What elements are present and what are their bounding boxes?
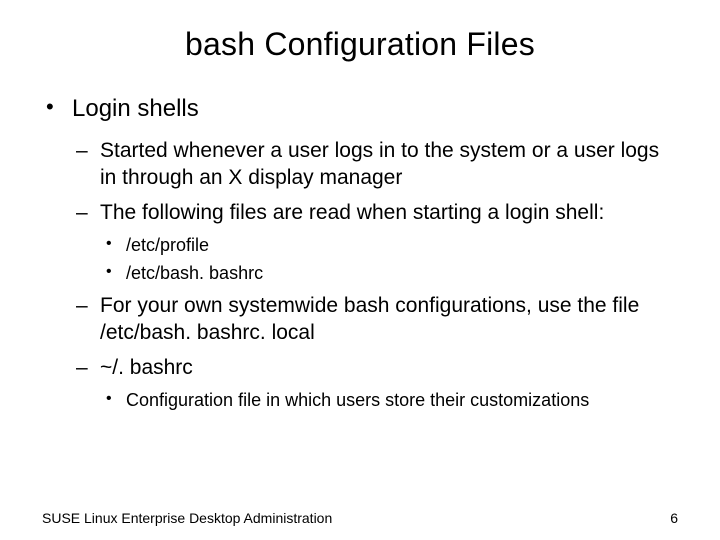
- bullet-text: /etc/bash. bashrc: [126, 263, 263, 283]
- bullet-text: /etc/profile: [126, 235, 209, 255]
- bullet-list-level-1: Login shells Started whenever a user log…: [42, 93, 678, 412]
- bullet-started-whenever: Started whenever a user logs in to the s…: [72, 138, 678, 192]
- bullet-list-level-3: /etc/profile /etc/bash. bashrc: [100, 233, 678, 286]
- bullet-etc-bash-bashrc: /etc/bash. bashrc: [100, 261, 678, 285]
- slide-title: bash Configuration Files: [0, 0, 720, 93]
- bullet-text: The following files are read when starti…: [100, 201, 604, 224]
- bullet-text: For your own systemwide bash configurati…: [100, 294, 639, 344]
- slide: bash Configuration Files Login shells St…: [0, 0, 720, 540]
- bullet-text: Started whenever a user logs in to the s…: [100, 139, 659, 189]
- bullet-text: ~/. bashrc: [100, 356, 193, 379]
- bullet-user-bashrc: ~/. bashrc Configuration file in which u…: [72, 355, 678, 412]
- bullet-login-shells: Login shells Started whenever a user log…: [42, 93, 678, 412]
- slide-footer: SUSE Linux Enterprise Desktop Administra…: [42, 510, 678, 526]
- footer-page-number: 6: [670, 510, 678, 526]
- footer-source: SUSE Linux Enterprise Desktop Administra…: [42, 510, 332, 526]
- bullet-following-files: The following files are read when starti…: [72, 200, 678, 285]
- bullet-list-level-2: Started whenever a user logs in to the s…: [72, 138, 678, 412]
- bullet-systemwide-config: For your own systemwide bash configurati…: [72, 293, 678, 347]
- slide-content: Login shells Started whenever a user log…: [0, 93, 720, 412]
- bullet-text: Login shells: [72, 95, 199, 122]
- bullet-list-level-3: Configuration file in which users store …: [100, 388, 678, 412]
- bullet-user-customizations: Configuration file in which users store …: [100, 388, 678, 412]
- bullet-etc-profile: /etc/profile: [100, 233, 678, 257]
- bullet-text: Configuration file in which users store …: [126, 390, 589, 410]
